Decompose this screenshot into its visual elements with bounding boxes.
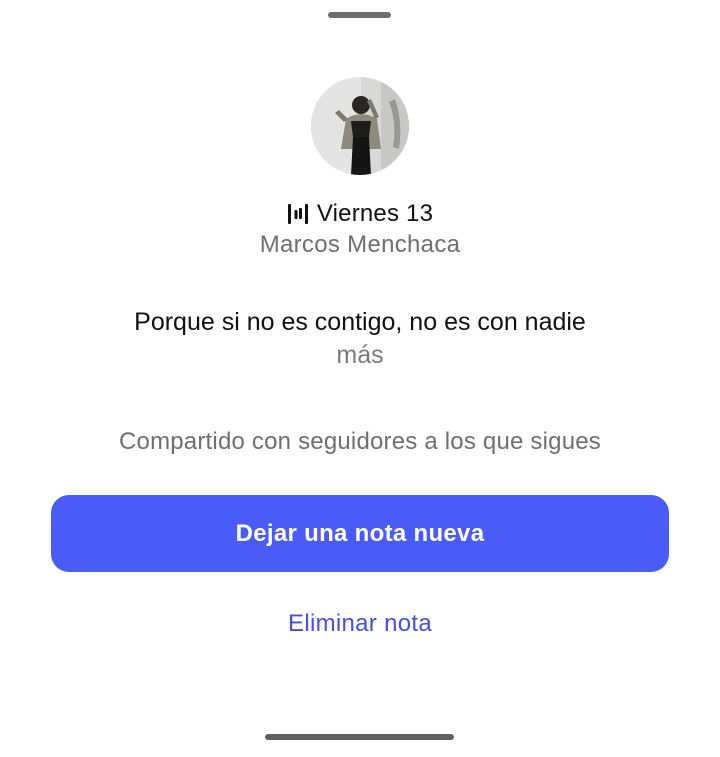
music-bars-icon: [287, 203, 309, 225]
avatar: [311, 77, 409, 175]
artist-name: Marcos Menchaca: [259, 231, 461, 258]
delete-note-button[interactable]: Eliminar nota: [210, 603, 510, 645]
song-row[interactable]: Viernes 13: [0, 199, 720, 229]
audience-info: Compartido con seguidores a los que sigu…: [118, 428, 601, 455]
note-text: Porque si no es contigo, no es con nadie…: [130, 306, 590, 372]
new-note-button[interactable]: Dejar una nota nueva: [51, 495, 669, 572]
song-title: Viernes 13: [316, 200, 434, 227]
note-bottom-sheet: Viernes 13 Marcos Menchaca Porque si no …: [0, 0, 720, 757]
more-link[interactable]: más: [336, 341, 383, 369]
note-body: Porque si no es contigo, no es con nadie: [134, 308, 586, 336]
avatar-photo: [311, 77, 409, 175]
home-indicator: [265, 734, 454, 740]
drag-handle[interactable]: [328, 12, 391, 18]
